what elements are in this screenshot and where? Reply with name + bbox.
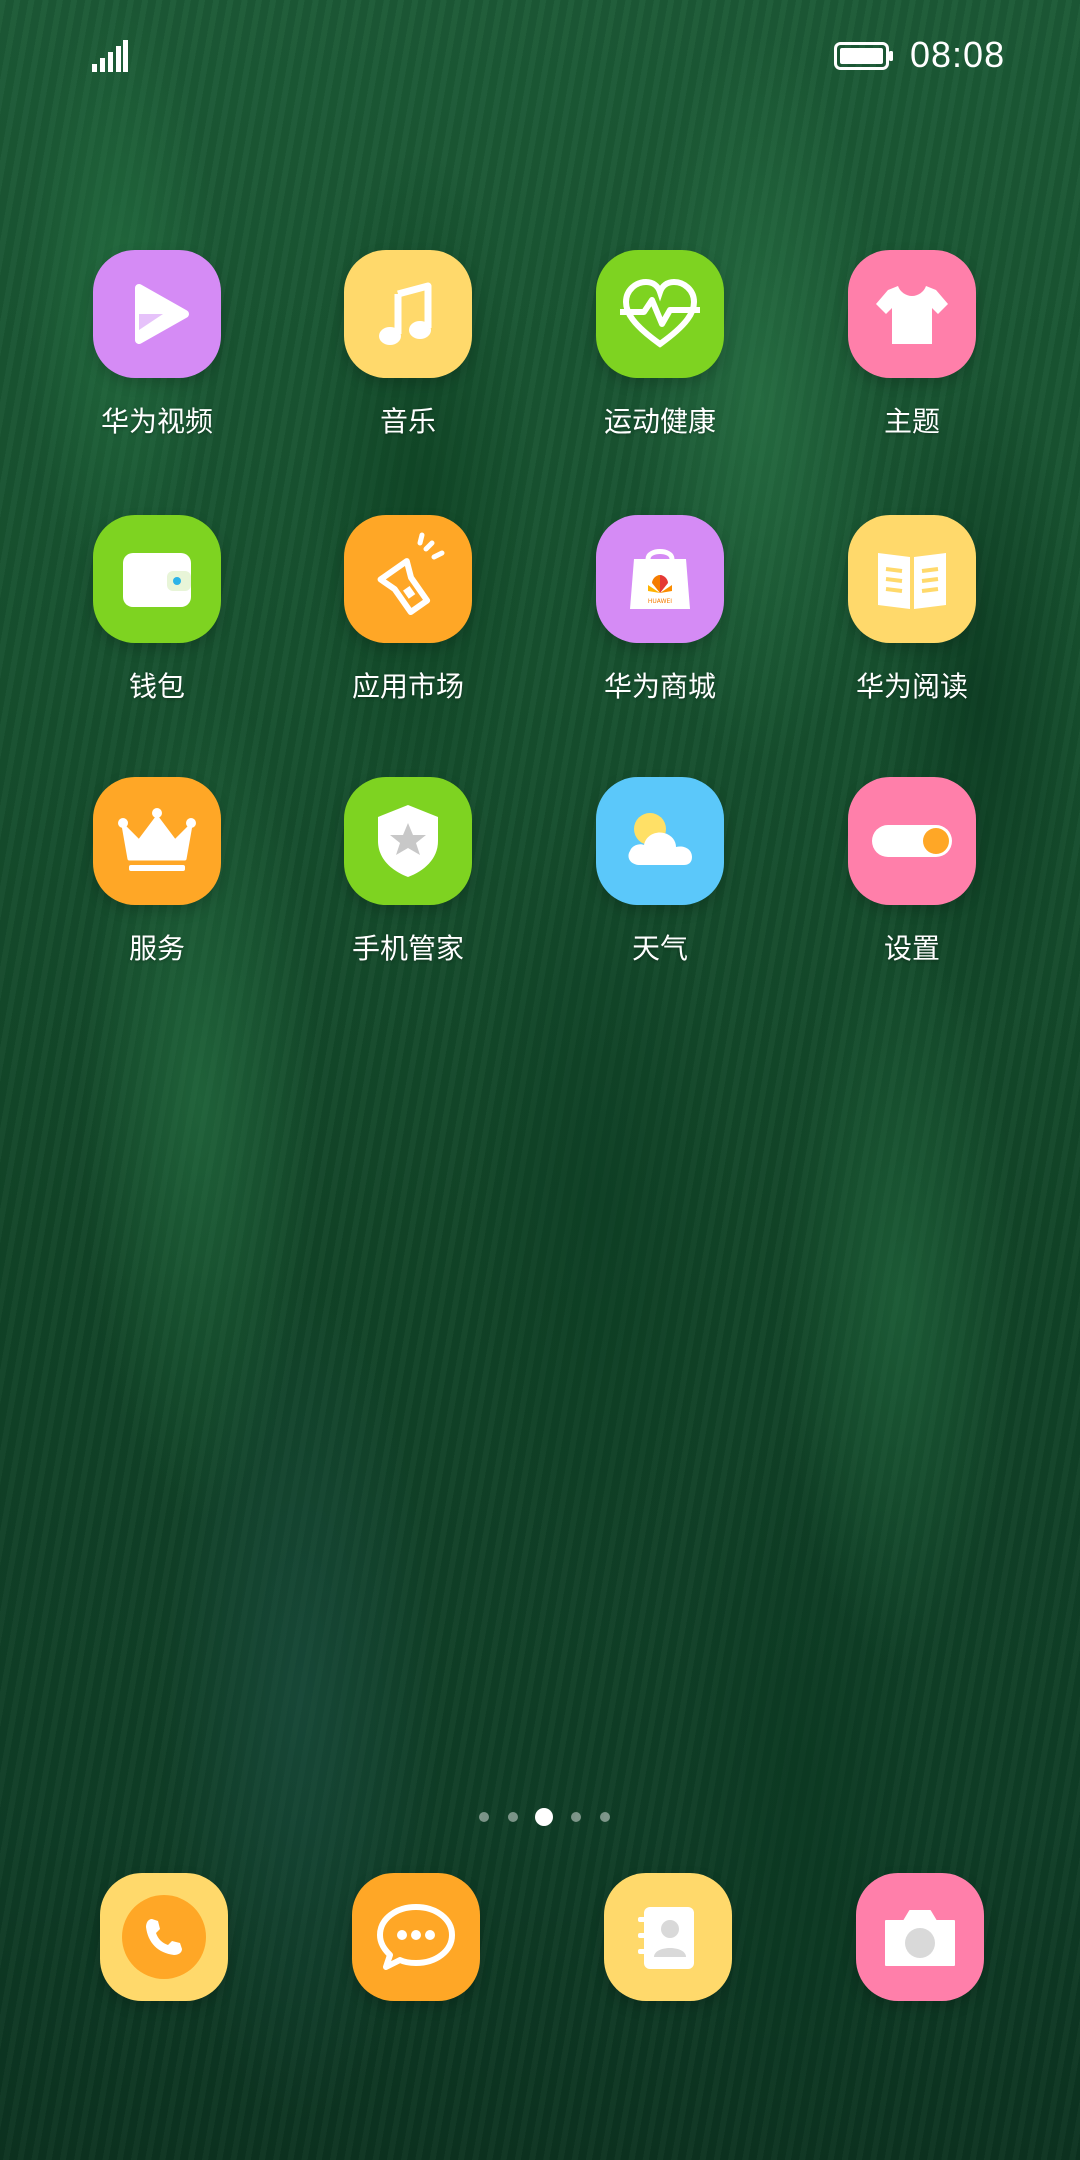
app-label: 应用市场 — [351, 670, 464, 703]
status-clock: 08:08 — [910, 34, 1006, 75]
shopping-bag-icon: HUAWEI — [596, 515, 724, 643]
app-weather[interactable]: 天气 — [560, 777, 760, 987]
app-phone-manager[interactable]: 手机管家 — [308, 777, 508, 987]
app-settings[interactable]: 设置 — [812, 777, 1012, 987]
message-bubble-icon — [377, 1904, 455, 1970]
app-label: 设置 — [883, 932, 940, 965]
app-label: 运动健康 — [603, 405, 716, 438]
page-dot[interactable] — [571, 1812, 581, 1822]
app-themes[interactable]: 主题 — [812, 250, 1012, 460]
music-note-icon — [344, 250, 472, 378]
app-label: 天气 — [631, 932, 688, 965]
sun-cloud-icon — [596, 777, 724, 905]
app-services[interactable]: 服务 — [57, 777, 257, 987]
app-huawei-books[interactable]: 华为阅读 — [812, 515, 1012, 725]
app-label: 主题 — [883, 405, 940, 438]
dock-messages[interactable] — [352, 1873, 480, 2001]
app-label: 钱包 — [128, 670, 185, 703]
flashlight-store-icon — [344, 515, 472, 643]
huawei-bag-text: HUAWEI — [648, 598, 672, 605]
heart-pulse-icon — [596, 250, 724, 378]
app-label: 服务 — [128, 932, 185, 965]
app-label: 音乐 — [379, 405, 436, 438]
tshirt-icon — [848, 250, 976, 378]
page-dot[interactable] — [508, 1812, 518, 1822]
crown-icon — [93, 777, 221, 905]
status-bar: 08:08 — [0, 0, 1080, 110]
app-music[interactable]: 音乐 — [308, 250, 508, 460]
app-label: 华为视频 — [100, 405, 213, 438]
wallet-icon — [93, 515, 221, 643]
page-indicator[interactable] — [0, 1806, 1080, 1830]
camera-icon — [885, 1910, 955, 1966]
app-wallet[interactable]: 钱包 — [57, 515, 257, 725]
video-play-icon — [93, 250, 221, 378]
signal-strength-icon — [92, 40, 128, 72]
battery-full-icon — [834, 42, 893, 70]
app-huawei-video[interactable]: 华为视频 — [57, 250, 257, 460]
app-health[interactable]: 运动健康 — [560, 250, 760, 460]
app-label: 手机管家 — [351, 932, 464, 965]
open-book-icon — [848, 515, 976, 643]
app-label: 华为商城 — [603, 670, 716, 703]
app-app-market[interactable]: 应用市场 — [308, 515, 508, 725]
page-dot[interactable] — [479, 1812, 489, 1822]
app-label: 华为阅读 — [855, 670, 968, 703]
dock-contacts[interactable] — [604, 1873, 732, 2001]
contacts-icon — [638, 1907, 694, 1969]
phone-icon — [122, 1895, 206, 1979]
dock-camera[interactable] — [856, 1873, 984, 2001]
app-huawei-store[interactable]: HUAWEI 华为商城 — [560, 515, 760, 725]
dock-phone[interactable] — [100, 1873, 228, 2001]
shield-star-icon — [344, 777, 472, 905]
page-dot-current[interactable] — [535, 1808, 553, 1826]
page-dot[interactable] — [600, 1812, 610, 1822]
toggle-switch-icon — [848, 777, 976, 905]
